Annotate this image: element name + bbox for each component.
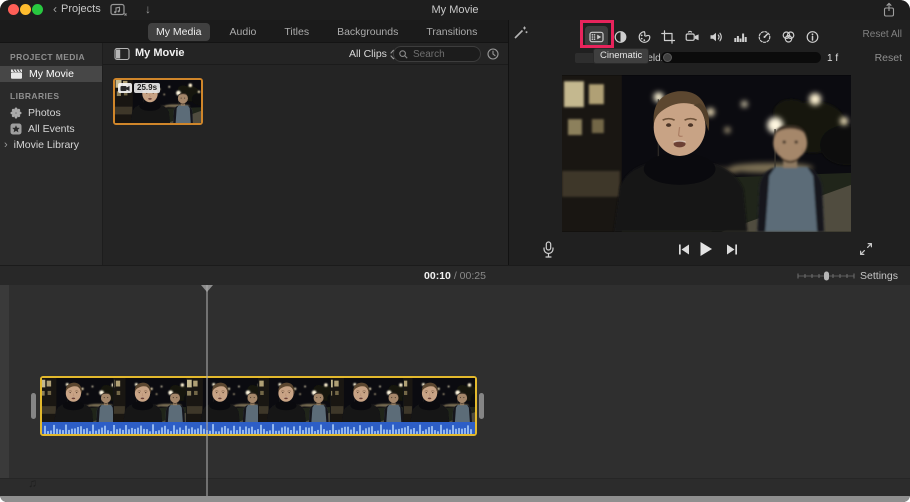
field-slider[interactable] [661, 52, 821, 63]
libraries-header: LIBRARIES [0, 82, 102, 105]
search-field[interactable] [393, 46, 481, 62]
tutorial-highlight-box [580, 20, 614, 48]
media-browser: My Movie All Clips [103, 43, 508, 265]
media-tabbar: My Media Audio Titles Backgrounds Transi… [0, 20, 508, 43]
video-preview-frame [562, 75, 851, 232]
skip-to-end-button[interactable] [726, 244, 738, 255]
camera-badge-icon [118, 83, 132, 93]
play-button[interactable] [699, 241, 713, 257]
total-time: 00:25 [460, 270, 486, 282]
sidebar-item-label: Photos [28, 107, 61, 119]
time-separator: / [451, 270, 460, 282]
disclosure-chevron-icon[interactable]: › [4, 139, 8, 151]
fullscreen-icon[interactable] [859, 242, 873, 256]
filmstrip-frame [187, 378, 258, 422]
sidebar-item-label: iMovie Library [14, 139, 79, 151]
project-media-header: PROJECT MEDIA [0, 43, 102, 66]
timeline-toolbar: 00:10 / 00:25 Settings [0, 265, 910, 285]
tab-titles[interactable]: Titles [276, 23, 317, 41]
titlebar: ‹ Projects ↓ My Movie [0, 0, 910, 20]
search-input[interactable] [411, 48, 473, 61]
field-slider-knob[interactable] [663, 53, 672, 62]
timecode-display: 00:10 / 00:25 [0, 270, 910, 282]
cinematic-tooltip: Cinematic [593, 48, 649, 64]
filmstrip-frame [114, 378, 185, 422]
reset-button[interactable]: Reset [875, 52, 902, 64]
tab-backgrounds[interactable]: Backgrounds [329, 23, 406, 41]
timeline-zoom-slider[interactable] [797, 271, 855, 281]
filmstrip-frame [42, 378, 113, 422]
timeline-left-gutter [0, 285, 9, 478]
skip-to-start-button[interactable] [678, 244, 690, 255]
timeline-clip[interactable] [40, 376, 477, 436]
clapperboard-icon [10, 68, 23, 80]
voiceover-mic-icon[interactable] [542, 241, 555, 259]
color-balance-icon[interactable] [613, 29, 628, 45]
inspector-panel: Reset All Cinematic Field: 1 f Reset [508, 20, 910, 265]
tab-audio[interactable]: Audio [222, 23, 265, 41]
clip-audio-waveform [42, 422, 475, 434]
video-viewer [562, 75, 851, 232]
clips-filter-label: All Clips [349, 48, 387, 60]
stabilization-icon[interactable] [685, 29, 700, 45]
reset-all-button[interactable]: Reset All [863, 29, 902, 40]
filmstrip-frame [404, 378, 475, 422]
inspector-toolbar [589, 29, 820, 45]
enhance-wand-icon[interactable] [513, 25, 528, 40]
field-value: 1 f [827, 53, 838, 64]
sidebar-item-my-movie[interactable]: My Movie [0, 66, 102, 82]
sidebar-item-all-events[interactable]: All Events [0, 121, 102, 137]
playhead[interactable] [206, 285, 208, 496]
tab-my-media[interactable]: My Media [148, 23, 210, 41]
info-icon[interactable] [805, 29, 820, 45]
clip-filmstrip [42, 378, 475, 422]
window-bottom-edge [0, 496, 910, 502]
clip-duration-badge: 25.9s [134, 83, 160, 93]
clip-trim-handle-right[interactable] [479, 393, 484, 419]
media-pane-title: My Movie [135, 47, 185, 59]
clip-trim-handle-left[interactable] [31, 393, 36, 419]
clip-filter-icon[interactable] [781, 29, 796, 45]
sidebar-item-label: My Movie [29, 68, 74, 80]
star-icon [10, 123, 22, 135]
media-clip-thumbnail[interactable]: 25.9s [113, 78, 203, 125]
sidebar-item-imovie-library[interactable]: › iMovie Library [0, 137, 102, 153]
speed-icon[interactable] [757, 29, 772, 45]
color-correction-icon[interactable] [637, 29, 652, 45]
timeline-settings-button[interactable]: Settings [860, 270, 898, 282]
share-icon[interactable] [881, 2, 897, 18]
sidebar-item-label: All Events [28, 123, 75, 135]
filmstrip-frame [331, 378, 402, 422]
zoom-slider-thumb [824, 272, 829, 281]
timeline: ♫ [0, 285, 910, 496]
window-title: My Movie [0, 4, 910, 16]
noise-reduction-icon[interactable] [733, 29, 748, 45]
music-note-icon: ♫ [28, 476, 37, 490]
clips-filter-dropdown[interactable]: All Clips [349, 48, 397, 60]
filmstrip-frame [259, 378, 330, 422]
media-browser-header: My Movie All Clips [103, 43, 508, 65]
timeline-audio-lane [0, 478, 910, 496]
search-filter-icon[interactable] [487, 48, 499, 60]
playback-controls [509, 235, 910, 265]
tab-transitions[interactable]: Transitions [418, 23, 485, 41]
imovie-window: ‹ Projects ↓ My Movie My Media Audio [0, 0, 910, 502]
current-time: 00:10 [424, 270, 451, 282]
sidebar-item-photos[interactable]: Photos [0, 105, 102, 121]
crop-icon[interactable] [661, 29, 676, 45]
toggle-sidebar-icon[interactable] [114, 47, 130, 61]
volume-icon[interactable] [709, 29, 724, 45]
photos-icon [10, 107, 22, 119]
search-icon [399, 50, 408, 59]
sidebar: PROJECT MEDIA My Movie LIBRARIES [0, 43, 103, 265]
